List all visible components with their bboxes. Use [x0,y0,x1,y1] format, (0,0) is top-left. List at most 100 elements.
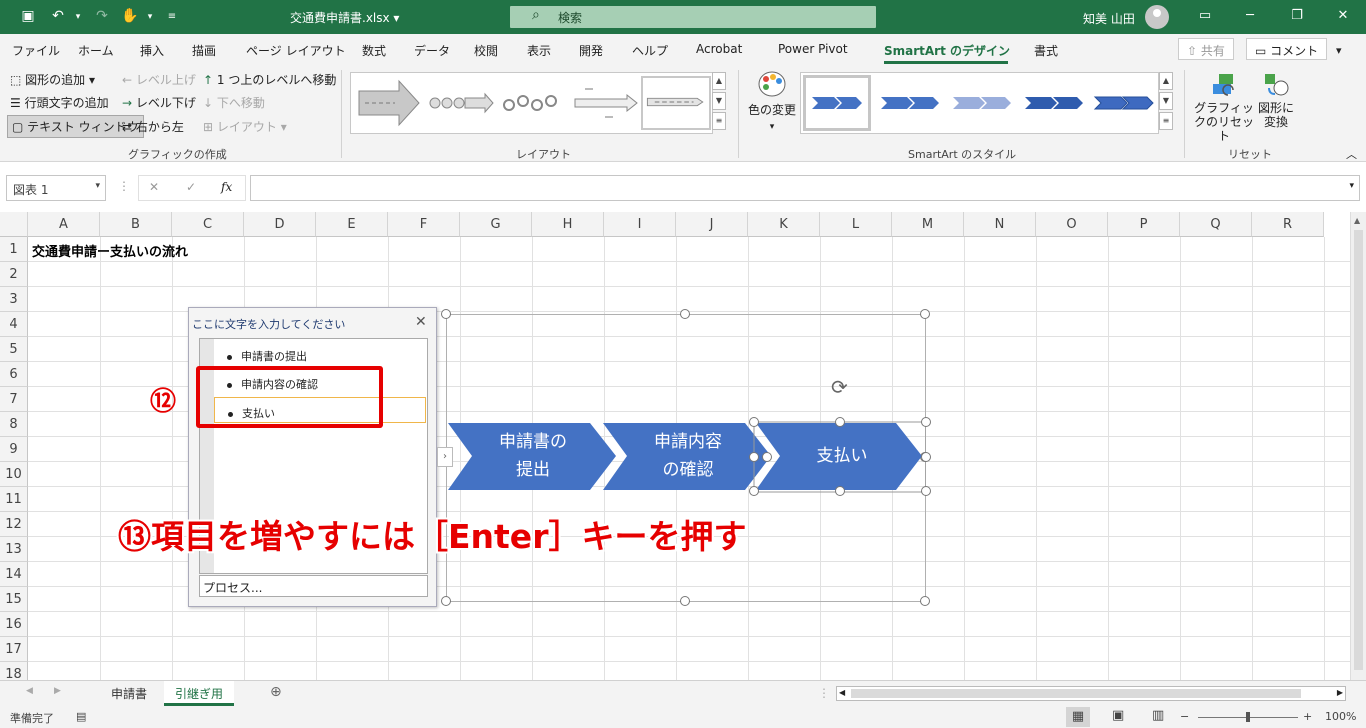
resize-handle[interactable] [680,596,690,606]
style-selected-frame[interactable] [803,75,871,131]
row-header[interactable]: 9 [0,437,28,462]
zoom-level[interactable]: 100% [1325,710,1356,723]
add-bullet-button[interactable]: ☰ 行頭文字の追加 [10,94,109,111]
text-pane-footer[interactable]: プロセス... [199,575,428,597]
layout-basic-chevron-icon[interactable] [355,77,425,129]
row-header[interactable]: 10 [0,462,28,487]
tab-review[interactable]: 校閲 [474,42,498,59]
tab-smartart-design[interactable]: SmartArt のデザイン [884,42,1010,59]
scroll-left-icon[interactable]: ◀ [839,688,845,697]
layout-circle-arrow-icon[interactable] [427,77,497,129]
redo-icon[interactable]: ↷ [92,8,112,24]
horizontal-scrollbar[interactable]: ◀ ▶ [836,686,1346,701]
tab-file[interactable]: ファイル [12,42,60,59]
column-header[interactable]: N [964,212,1036,237]
next-sheet-icon[interactable]: ▶ [54,686,61,696]
tab-data[interactable]: データ [414,42,450,59]
touch-mode-icon[interactable]: ✋ [120,8,140,24]
minimize-icon[interactable]: ─ [1235,8,1265,23]
tab-power-pivot[interactable]: Power Pivot [778,42,848,56]
column-header[interactable]: M [892,212,964,237]
user-name[interactable]: 知美 山田 [1083,10,1135,27]
resize-handle[interactable] [920,596,930,606]
column-header[interactable]: J [676,212,748,237]
scroll-thumb[interactable] [851,689,1301,698]
ribbon-options-icon[interactable]: ▾ [1336,44,1342,57]
layout-button[interactable]: ⊞ レイアウト ▾ [203,118,287,135]
document-title[interactable]: 交通費申請書.xlsx ▾ [290,9,399,26]
tab-home[interactable]: ホーム [78,42,114,59]
row-header[interactable]: 11 [0,487,28,512]
select-all-corner[interactable] [0,212,28,237]
sheet-tab-2[interactable]: 引継ぎ用 [164,681,235,706]
ribbon-display-icon[interactable]: ▭ [1190,8,1220,23]
shape-handle[interactable] [749,486,759,496]
zoom-slider-thumb[interactable] [1246,712,1250,722]
tab-acrobat[interactable]: Acrobat [696,42,742,56]
restore-icon[interactable]: ❐ [1282,8,1312,23]
normal-view-icon[interactable]: ▦ [1066,707,1090,727]
column-header[interactable]: O [1036,212,1108,237]
move-down-button[interactable]: ↓ 下へ移動 [203,94,265,111]
style-moderate-icon[interactable] [947,77,1017,129]
tab-formulas[interactable]: 数式 [362,42,386,59]
prev-sheet-icon[interactable]: ◀ [26,686,33,696]
text-pane-toggle-icon[interactable]: › [437,447,453,467]
tab-page-layout[interactable]: ページ レイアウト [246,42,346,59]
column-header[interactable]: A [28,212,100,237]
list-item[interactable]: 申請書の提出 [214,341,426,367]
column-header[interactable]: I [604,212,676,237]
avatar[interactable] [1145,5,1169,29]
row-header[interactable]: 18 [0,662,28,680]
shape-handle[interactable] [835,486,845,496]
expand-formula-icon[interactable]: ▾ [1349,181,1354,191]
row-header[interactable]: 3 [0,287,28,312]
row-header[interactable]: 15 [0,587,28,612]
style-subtle-icon[interactable] [875,77,945,129]
sheet-tab-1[interactable]: 申請書 [100,681,158,706]
resize-handle[interactable] [441,309,451,319]
zoom-out-icon[interactable]: − [1180,710,1189,723]
shape-handle[interactable] [921,452,931,462]
shape-handle[interactable] [835,417,845,427]
column-header[interactable]: F [388,212,460,237]
promote-button[interactable]: ← レベル上げ [122,71,196,88]
row-header[interactable]: 6 [0,362,28,387]
layout-timeline-icon[interactable] [571,77,641,129]
row-header[interactable]: 8 [0,412,28,437]
tab-format[interactable]: 書式 [1034,42,1058,59]
column-header[interactable]: K [748,212,820,237]
accessibility-icon[interactable]: ▤ [76,710,86,723]
tab-view[interactable]: 表示 [527,42,551,59]
column-header[interactable]: B [100,212,172,237]
style-scroll-up-icon[interactable]: ▲ [1159,72,1173,90]
column-header[interactable]: G [460,212,532,237]
row-header[interactable]: 13 [0,537,28,562]
move-up-button[interactable]: ↑ 1 つ上のレベルへ移動 [203,71,336,88]
close-icon[interactable]: ✕ [1328,8,1358,23]
name-box[interactable]: 図表 1 ▾ [6,175,106,201]
add-sheet-icon[interactable]: ⊕ [270,684,282,700]
row-header[interactable]: 2 [0,262,28,287]
column-header[interactable]: C [172,212,244,237]
column-header[interactable]: H [532,212,604,237]
layout-more-icon[interactable]: ≡ [712,112,726,130]
vertical-scrollbar[interactable]: ▲ [1350,212,1366,680]
layout-scroll-down-icon[interactable]: ▼ [712,92,726,110]
scroll-right-icon[interactable]: ▶ [1337,688,1343,697]
row-header[interactable]: 7 [0,387,28,412]
row-header[interactable]: 5 [0,337,28,362]
adjust-handle[interactable] [762,452,772,462]
collapse-ribbon-icon[interactable]: ︿ [1346,146,1357,162]
column-header[interactable]: E [316,212,388,237]
layout-scroll-up-icon[interactable]: ▲ [712,72,726,90]
add-shape-button[interactable]: ⬚ 図形の追加 ▾ [10,71,95,88]
row-header[interactable]: 16 [0,612,28,637]
column-header[interactable]: P [1108,212,1180,237]
layout-circle-chain-icon[interactable] [499,77,569,129]
page-break-view-icon[interactable]: ▥ [1152,708,1164,723]
style-intense-icon[interactable] [1019,77,1089,129]
formula-input[interactable]: ▾ [250,175,1360,201]
style-scroll-down-icon[interactable]: ▼ [1159,92,1173,110]
row-header[interactable]: 12 [0,512,28,537]
